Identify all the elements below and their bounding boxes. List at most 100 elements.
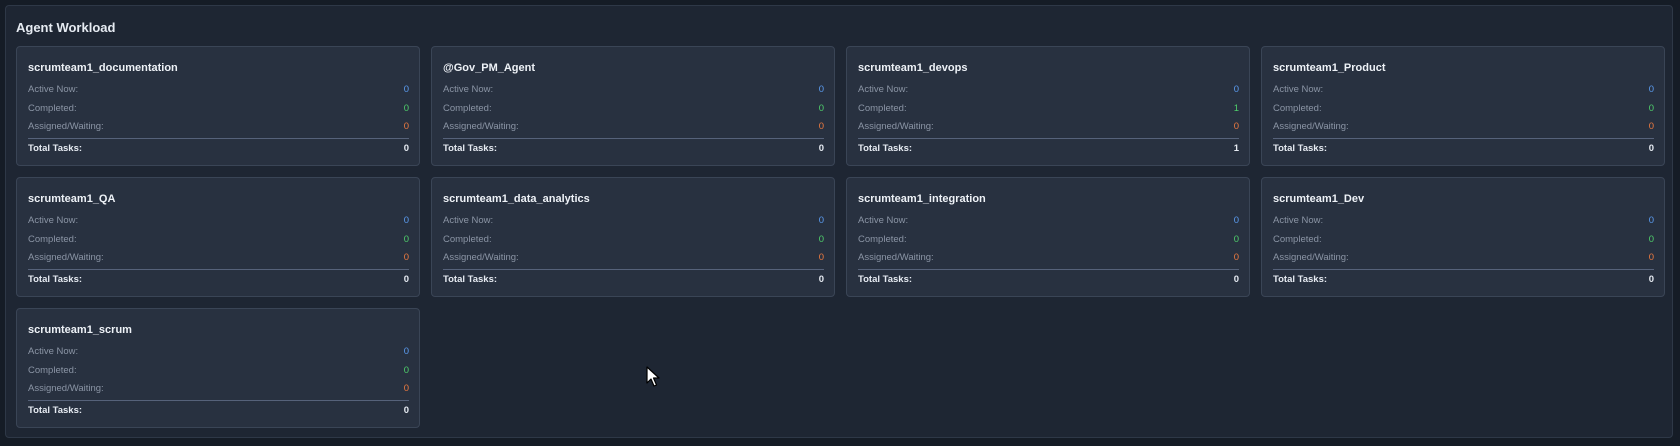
completed-value: 0 [403,233,409,245]
active-row: Active Now: 0 [1273,84,1654,103]
agent-card[interactable]: scrumteam1_documentation Active Now: 0 Co… [16,46,420,166]
agent-card[interactable]: scrumteam1_scrum Active Now: 0 Completed:… [16,308,420,428]
completed-row: Completed: 0 [443,234,824,253]
total-value: 0 [1233,274,1239,285]
total-value: 0 [1648,274,1654,285]
agent-name: scrumteam1_scrum [28,324,132,336]
total-label: Total Tasks: [28,143,83,154]
total-value: 0 [818,274,824,285]
active-label: Active Now: [1273,215,1324,226]
agent-name: scrumteam1_data_analytics [443,193,590,205]
agent-workload-panel: Agent Workload scrumteam1_documentation … [5,5,1673,438]
completed-label: Completed: [858,102,907,114]
active-value: 0 [403,84,409,95]
total-value: 1 [1233,143,1239,154]
agent-card[interactable]: scrumteam1_Dev Active Now: 0 Completed: 0 … [1261,177,1665,297]
completed-label: Completed: [443,233,492,245]
total-row: Total Tasks: 0 [443,269,824,285]
agent-card[interactable]: scrumteam1_devops Active Now: 0 Completed… [846,46,1250,166]
completed-value: 0 [818,102,824,114]
assigned-label: Assigned/Waiting: [28,252,104,263]
assigned-value: 0 [1648,252,1654,263]
active-row: Active Now: 0 [28,346,409,365]
panel-title: Agent Workload [16,20,116,35]
completed-label: Completed: [1273,233,1322,245]
assigned-value: 0 [403,121,409,132]
agent-name: scrumteam1_documentation [28,62,178,74]
active-value: 0 [818,84,824,95]
active-row: Active Now: 0 [858,215,1239,234]
assigned-value: 0 [1233,252,1239,263]
assigned-row: Assigned/Waiting: 0 [28,383,409,402]
assigned-label: Assigned/Waiting: [28,121,104,132]
total-row: Total Tasks: 0 [28,138,409,154]
completed-row: Completed: 0 [28,103,409,122]
assigned-label: Assigned/Waiting: [1273,121,1349,132]
active-row: Active Now: 0 [28,84,409,103]
assigned-row: Assigned/Waiting: 0 [1273,252,1654,271]
completed-label: Completed: [28,233,77,245]
assigned-value: 0 [818,121,824,132]
active-label: Active Now: [858,84,909,95]
total-row: Total Tasks: 0 [858,269,1239,285]
total-row: Total Tasks: 0 [28,269,409,285]
completed-value: 0 [818,233,824,245]
agent-name: scrumteam1_integration [858,193,986,205]
active-label: Active Now: [443,215,494,226]
active-label: Active Now: [28,84,79,95]
agent-card[interactable]: scrumteam1_QA Active Now: 0 Completed: 0 A… [16,177,420,297]
active-label: Active Now: [28,346,79,357]
assigned-row: Assigned/Waiting: 0 [858,121,1239,140]
completed-value: 0 [1648,233,1654,245]
agent-name: scrumteam1_devops [858,62,968,74]
completed-value: 0 [1648,102,1654,114]
total-label: Total Tasks: [1273,274,1328,285]
assigned-label: Assigned/Waiting: [858,252,934,263]
completed-row: Completed: 0 [1273,234,1654,253]
assigned-label: Assigned/Waiting: [28,383,104,394]
assigned-row: Assigned/Waiting: 0 [443,121,824,140]
completed-label: Completed: [1273,102,1322,114]
agent-name: scrumteam1_QA [28,193,116,205]
total-label: Total Tasks: [858,143,913,154]
agent-card[interactable]: @Gov_PM_Agent Active Now: 0 Completed: 0 A… [431,46,835,166]
completed-value: 0 [1233,233,1239,245]
assigned-label: Assigned/Waiting: [858,121,934,132]
agent-card[interactable]: scrumteam1_integration Active Now: 0 Comp… [846,177,1250,297]
total-row: Total Tasks: 0 [1273,138,1654,154]
active-value: 0 [403,346,409,357]
total-value: 0 [818,143,824,154]
total-label: Total Tasks: [1273,143,1328,154]
assigned-value: 0 [818,252,824,263]
active-value: 0 [403,215,409,226]
active-value: 0 [1233,215,1239,226]
total-label: Total Tasks: [28,274,83,285]
total-value: 0 [403,143,409,154]
active-value: 0 [1648,84,1654,95]
active-row: Active Now: 0 [28,215,409,234]
agent-card[interactable]: scrumteam1_data_analytics Active Now: 0 C… [431,177,835,297]
assigned-value: 0 [403,383,409,394]
completed-row: Completed: 0 [1273,103,1654,122]
completed-row: Completed: 1 [858,103,1239,122]
assigned-value: 0 [403,252,409,263]
assigned-row: Assigned/Waiting: 0 [28,252,409,271]
completed-label: Completed: [443,102,492,114]
active-label: Active Now: [858,215,909,226]
completed-value: 1 [1233,102,1239,114]
total-value: 0 [403,405,409,416]
active-row: Active Now: 0 [443,215,824,234]
active-value: 0 [1233,84,1239,95]
assigned-value: 0 [1648,121,1654,132]
total-label: Total Tasks: [858,274,913,285]
completed-label: Completed: [28,364,77,376]
agent-name: @Gov_PM_Agent [443,62,536,74]
total-label: Total Tasks: [28,405,83,416]
agent-name: scrumteam1_Product [1273,62,1386,74]
agent-card[interactable]: scrumteam1_Product Active Now: 0 Complete… [1261,46,1665,166]
assigned-row: Assigned/Waiting: 0 [28,121,409,140]
assigned-value: 0 [1233,121,1239,132]
assigned-row: Assigned/Waiting: 0 [443,252,824,271]
active-label: Active Now: [1273,84,1324,95]
total-row: Total Tasks: 0 [443,138,824,154]
